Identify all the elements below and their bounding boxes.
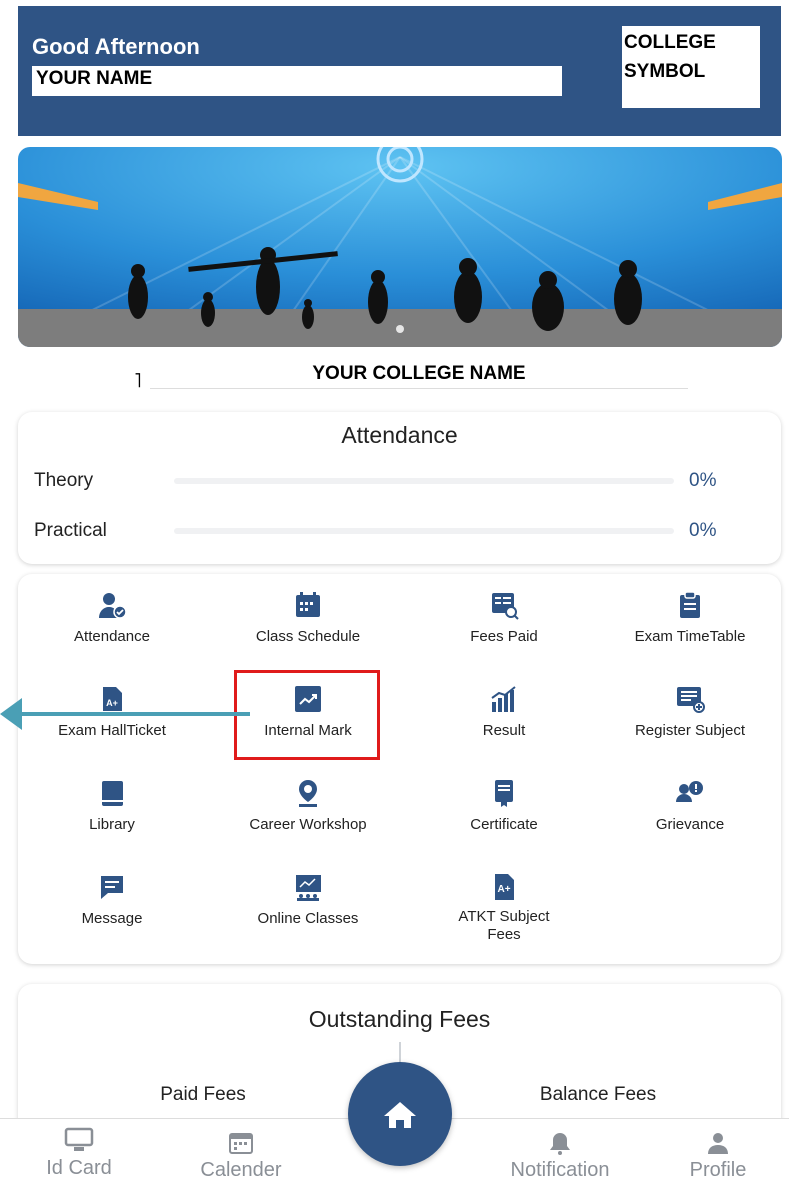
stray-mark: ˥ [134,370,142,392]
user-check-icon [99,593,127,619]
bell-icon [550,1133,570,1155]
nav-calender[interactable]: Calender [182,1131,300,1182]
calendar-icon [296,592,320,617]
attendance-card: Attendance Theory 0% Practical 0% [18,412,781,564]
menu-item-register-subject[interactable]: Register Subject [600,684,780,740]
menu-item-exam-timetable[interactable]: Exam TimeTable [600,590,780,646]
user-name: YOUR NAME [36,68,153,89]
menu-item-label: Exam TimeTable [634,628,746,645]
attendance-theory-label: Theory [34,470,94,491]
pointer-arrow-head [0,698,22,730]
attendance-row-practical: Practical 0% [34,516,764,546]
menu-item-label: Library [89,816,135,833]
attendance-theory-value: 0% [689,470,717,491]
clipboard-icon [680,591,700,618]
menu-item-label: Grievance [655,816,725,833]
hallticket-icon: A+ [103,687,122,711]
receipt-search-icon [492,593,519,620]
attendance-row-theory: Theory 0% [34,466,764,496]
attendance-theory-bar [174,478,674,484]
message-icon [101,876,123,899]
home-button[interactable] [348,1062,452,1166]
menu-item-certificate[interactable]: Certificate [414,778,594,834]
college-symbol: COLLEGE SYMBOL [622,26,760,108]
college-name: YOUR COLLEGE NAME [150,360,688,389]
menu-item-message[interactable]: Message [22,872,202,928]
menu-item-class-schedule[interactable]: Class Schedule [218,590,398,646]
grade-a-plus-icon: A+ [495,874,514,900]
college-symbol-line1: COLLEGE [624,32,716,53]
banner-illustration [18,147,782,347]
badge-pin-icon [299,780,317,807]
menu-item-result[interactable]: Result [414,684,594,740]
menu-item-label: Exam HallTicket [58,722,166,739]
menu-item-library[interactable]: Library [22,778,202,834]
menu-item-label: Class Schedule [255,628,361,645]
nav-profile-label: Profile [689,1159,747,1181]
menu-item-grievance[interactable]: Grievance [600,778,780,834]
menu-item-label: Attendance [74,628,150,645]
menu-item-label: Register Subject [634,722,746,739]
balance-fees-label: Balance Fees [539,1084,657,1105]
teacher-board-icon [296,875,321,901]
nav-calender-label: Calender [200,1159,282,1181]
greeting: Good Afternoon [32,34,200,59]
paid-fees-label: Paid Fees [160,1084,246,1105]
svg-text:A+: A+ [497,884,510,895]
user-name-box: YOUR NAME [32,66,562,96]
calendar-icon [229,1133,253,1154]
nav-id-card[interactable]: Id Card [24,1127,134,1180]
menu-item-label: ATKT Subject Fees [458,908,550,943]
nav-notification[interactable]: Notification [490,1131,630,1182]
menu-item-label: Certificate [470,816,538,833]
nav-profile[interactable]: Profile [668,1131,768,1182]
menu-item-label: Online Classes [257,910,359,927]
menu-item-fees-paid[interactable]: Fees Paid [414,590,594,646]
menu-item-label: Message [81,910,143,927]
list-add-icon [677,687,705,713]
certificate-icon [495,780,513,807]
outstanding-fees-title: Outstanding Fees [308,1006,491,1032]
header: Good Afternoon YOUR NAME COLLEGE SYMBOL [18,6,781,136]
home-icon [384,1102,416,1128]
book-icon [102,781,123,806]
menu-item-online-classes[interactable]: Online Classes [218,872,398,928]
svg-text:A+: A+ [106,698,118,708]
pointer-arrow-line [18,712,250,716]
menu-item-label: Result [482,722,526,739]
menu-item-label: Fees Paid [470,628,538,645]
nav-id-card-label: Id Card [46,1157,112,1179]
attendance-practical-bar [174,528,674,534]
person-icon [708,1133,728,1154]
bar-chart-icon [491,686,516,712]
college-symbol-line2: SYMBOL [624,61,706,82]
attendance-title: Attendance [341,422,458,448]
menu-item-atkt-subject-fees[interactable]: A+ ATKT Subject Fees [414,872,594,944]
people-alert-icon [676,781,703,802]
banner-image[interactable] [18,147,782,347]
highlight-box [234,670,380,760]
attendance-practical-label: Practical [34,520,107,541]
menu-item-attendance[interactable]: Attendance [22,590,202,646]
menu-item-label: Career Workshop [249,816,367,833]
nav-notification-label: Notification [510,1159,610,1181]
attendance-practical-value: 0% [689,520,717,541]
id-card-icon [64,1127,94,1151]
menu-item-career-workshop[interactable]: Career Workshop [218,778,398,834]
